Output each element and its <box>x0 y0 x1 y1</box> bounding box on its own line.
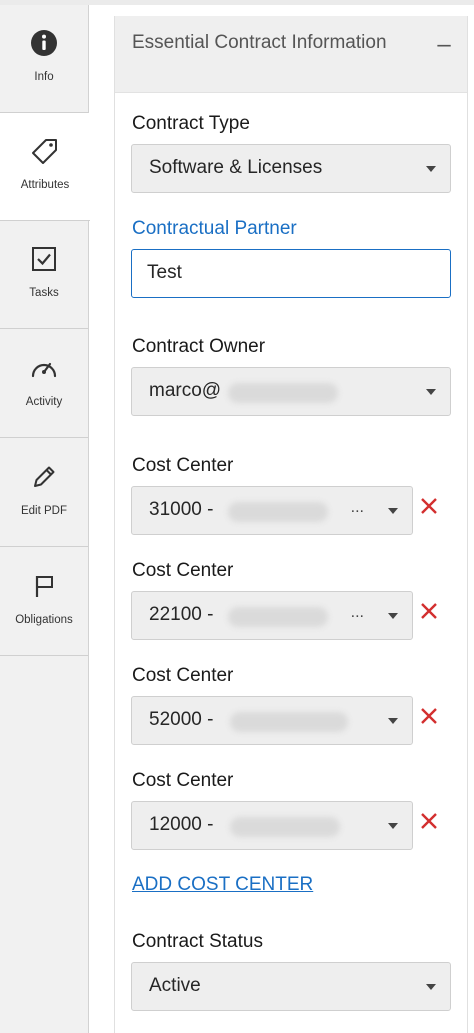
flag-icon <box>0 572 88 602</box>
sidebar-item-info[interactable]: Info <box>0 5 88 113</box>
redacted-text <box>228 383 338 403</box>
redacted-text <box>230 712 348 732</box>
checkbox-icon <box>0 245 88 275</box>
panel-header[interactable]: Essential Contract Information – <box>115 16 467 93</box>
chevron-down-icon <box>388 613 398 619</box>
cost-center-select[interactable]: 52000 - <box>131 696 413 745</box>
sidebar-item-label: Activity <box>25 396 63 408</box>
chevron-down-icon <box>388 823 398 829</box>
contract-status-select[interactable]: Active <box>131 962 451 1011</box>
chevron-down-icon <box>426 389 436 395</box>
pencil-icon <box>0 463 88 493</box>
collapse-icon[interactable]: – <box>435 33 453 57</box>
cost-center-select[interactable]: 22100 - ... <box>131 591 413 640</box>
chevron-down-icon <box>388 718 398 724</box>
cost-center-label: Cost Center <box>132 665 234 686</box>
chevron-down-icon <box>426 984 436 990</box>
contract-owner-label: Contract Owner <box>132 336 266 357</box>
remove-cost-center-icon[interactable] <box>419 706 439 726</box>
cost-center-value: 31000 - <box>149 499 214 520</box>
panel-title: Essential Contract Information <box>132 32 387 53</box>
contract-status-label: Contract Status <box>132 931 263 952</box>
sidebar-empty-area <box>0 657 88 1033</box>
sidebar: Info Attributes Tasks Activity Edit PDF … <box>0 5 90 1033</box>
contract-type-label: Contract Type <box>132 113 250 134</box>
contract-type-value: Software & Licenses <box>149 157 323 178</box>
cost-center-value: 22100 - <box>149 604 214 625</box>
sidebar-item-label: Attributes <box>20 179 70 191</box>
sidebar-item-edit-pdf[interactable]: Edit PDF <box>0 439 88 547</box>
chevron-down-icon <box>388 508 398 514</box>
sidebar-item-tasks[interactable]: Tasks <box>0 221 88 329</box>
cost-center-label: Cost Center <box>132 560 234 581</box>
sidebar-item-label: Info <box>34 71 54 83</box>
contractual-partner-field[interactable] <box>131 249 451 298</box>
info-icon <box>0 29 88 59</box>
truncation-ellipsis: ... <box>350 499 364 516</box>
remove-cost-center-icon[interactable] <box>419 811 439 831</box>
remove-cost-center-icon[interactable] <box>419 601 439 621</box>
contract-owner-select[interactable]: marco@ <box>131 367 451 416</box>
tag-icon <box>0 137 90 167</box>
cost-center-label: Cost Center <box>132 455 234 476</box>
contractual-partner-input[interactable] <box>147 260 427 286</box>
cost-center-select[interactable]: 31000 - ... <box>131 486 413 535</box>
contract-owner-value: marco@ <box>149 380 222 401</box>
sidebar-item-label: Edit PDF <box>20 505 67 517</box>
redacted-text <box>228 607 328 627</box>
contract-type-select[interactable]: Software & Licenses <box>131 144 451 193</box>
contractual-partner-label: Contractual Partner <box>132 218 297 239</box>
essential-contract-info-panel: Essential Contract Information – Contrac… <box>114 16 468 1033</box>
chevron-down-icon <box>426 166 436 172</box>
sidebar-item-obligations[interactable]: Obligations <box>0 548 88 656</box>
cost-center-value: 12000 - <box>149 814 214 835</box>
cost-center-value: 52000 - <box>149 709 214 730</box>
sidebar-item-activity[interactable]: Activity <box>0 330 88 438</box>
truncation-ellipsis: ... <box>350 604 364 621</box>
cost-center-label: Cost Center <box>132 770 234 791</box>
sidebar-item-label: Tasks <box>29 287 59 299</box>
cost-center-select[interactable]: 12000 - <box>131 801 413 850</box>
sidebar-item-label: Obligations <box>15 614 73 626</box>
remove-cost-center-icon[interactable] <box>419 496 439 516</box>
sidebar-item-attributes[interactable]: Attributes <box>0 113 90 221</box>
contract-status-value: Active <box>149 975 201 996</box>
gauge-icon <box>0 354 88 384</box>
add-cost-center-link[interactable]: ADD COST CENTER <box>132 874 313 896</box>
redacted-text <box>228 502 328 522</box>
redacted-text <box>230 817 340 837</box>
